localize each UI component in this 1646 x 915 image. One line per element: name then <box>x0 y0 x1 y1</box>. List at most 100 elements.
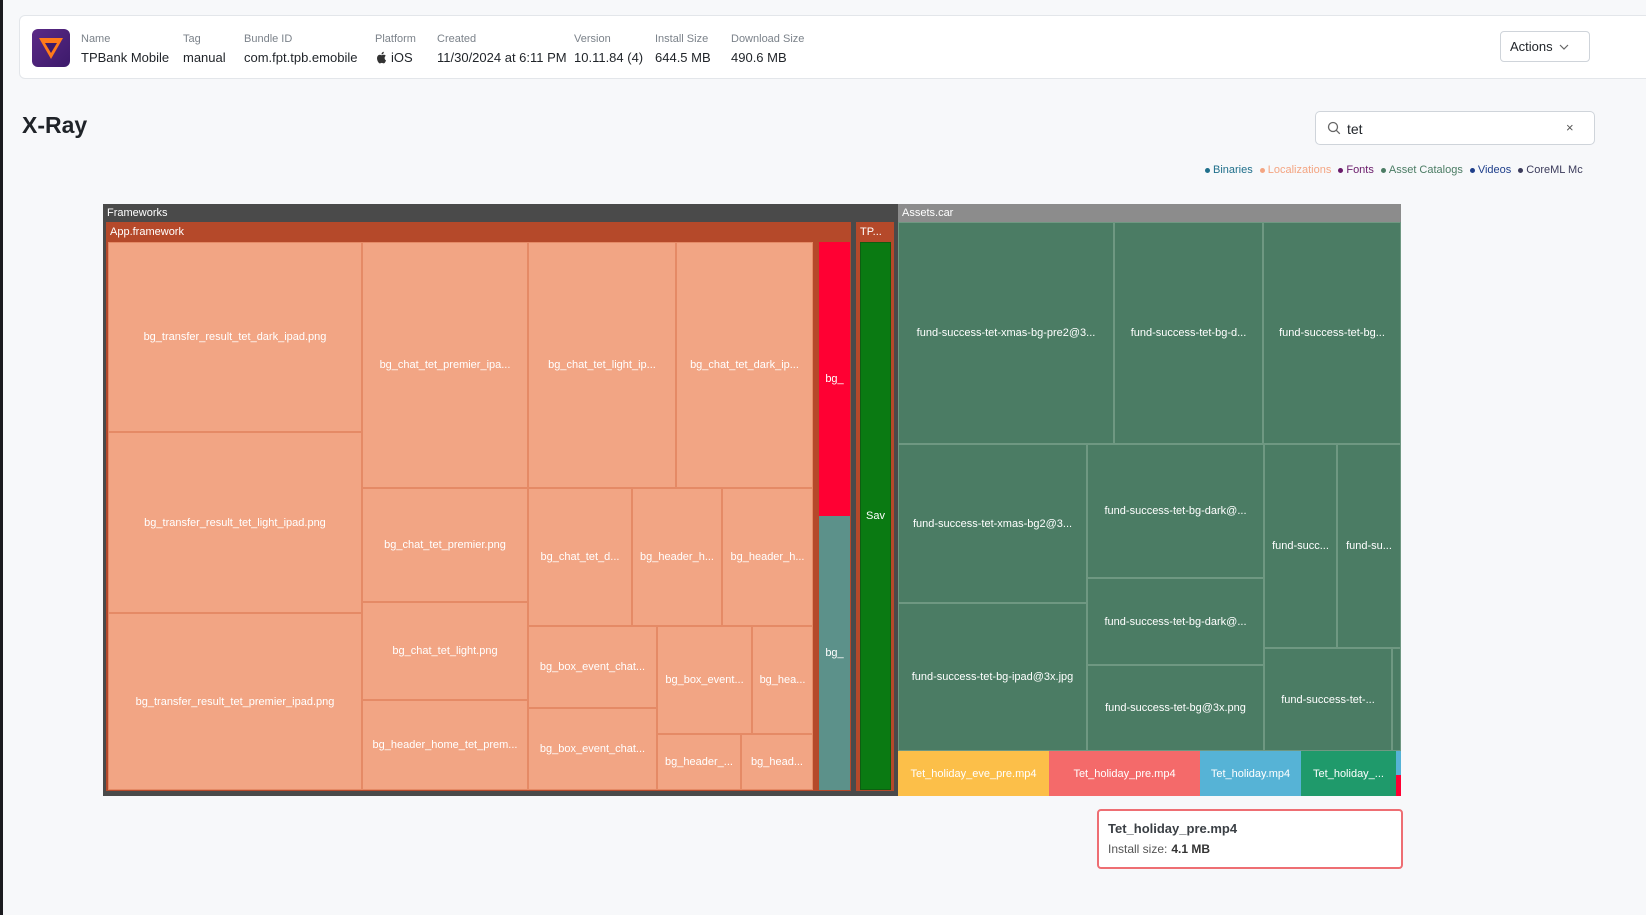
tooltip-size-label: Install size: <box>1108 842 1168 856</box>
treemap-cell[interactable] <box>1396 751 1401 775</box>
treemap-cell[interactable]: fund-success-tet-... <box>1264 648 1392 751</box>
treemap-cell[interactable]: bg_chat_tet_light_ip... <box>528 242 676 488</box>
treemap-cell[interactable]: Tet_holiday_pre.mp4 <box>1049 751 1200 796</box>
platform-value: iOS <box>391 50 413 65</box>
search-box[interactable]: × <box>1315 111 1595 145</box>
treemap-cell[interactable]: bg_transfer_result_tet_dark_ipad.png <box>108 242 362 432</box>
legend-dot <box>1259 167 1265 173</box>
meta-value: TPBank Mobile <box>81 50 169 65</box>
treemap-cell[interactable]: Tet_holiday_eve_pre.mp4 <box>898 751 1049 796</box>
legend-label: Localizations <box>1267 164 1332 176</box>
legend-dot <box>1518 167 1524 173</box>
legend-item-binaries[interactable]: Binaries <box>1205 164 1253 176</box>
legend-item-fonts[interactable]: Fonts <box>1338 164 1374 176</box>
treemap-cell[interactable]: fund-success-tet-bg@3x.png <box>1087 665 1264 751</box>
meta-value: 490.6 MB <box>731 50 804 65</box>
meta-label: Platform <box>375 33 416 45</box>
treemap-cell[interactable]: fund-success-tet-bg... <box>1263 222 1401 444</box>
treemap-cell[interactable]: bg_header_... <box>657 734 741 790</box>
meta-platform: Platform iOS <box>375 33 416 65</box>
bundle-id: com.fpt.tpb.emobile <box>244 50 358 65</box>
apple-icon <box>377 51 387 64</box>
chevron-down-icon <box>1559 44 1569 50</box>
search-input[interactable] <box>1345 118 1559 140</box>
legend-label: Fonts <box>1346 164 1374 176</box>
treemap-cell[interactable]: bg_ <box>819 516 850 790</box>
meta-label: Tag <box>183 33 201 45</box>
treemap-cell[interactable]: fund-success-tet-bg-dark@... <box>1087 444 1264 578</box>
app-name: TPBank Mobile <box>81 50 170 65</box>
treemap-cell[interactable]: bg_header_h... <box>722 488 813 626</box>
treemap-cell[interactable]: bg_box_event_chat... <box>528 626 657 708</box>
legend: Binaries Localizations Fonts Asset Catal… <box>1205 164 1583 176</box>
version-value: 10.11.84 (4) <box>574 50 644 65</box>
treemap-cell[interactable]: bg_transfer_result_tet_premier_ipad.png <box>108 613 362 790</box>
treemap-cell[interactable]: fund-success-tet-xmas-bg-pre2@3... <box>898 222 1114 444</box>
meta-install-size: Install Size 644.5 MB <box>655 33 711 65</box>
treemap-cell[interactable]: Sav <box>860 242 891 790</box>
treemap-cell[interactable]: bg_chat_tet_dark_ip... <box>676 242 813 488</box>
treemap-cell[interactable]: fund-succ... <box>1264 444 1337 648</box>
treemap-cell[interactable]: bg_box_event_chat... <box>528 708 657 790</box>
meta-value: com.fpt.tpb.emobile <box>244 50 357 65</box>
treemap-cell[interactable] <box>1396 775 1401 796</box>
treemap-cell[interactable]: fund-success-tet-bg-d... <box>1114 222 1263 444</box>
meta-label: Name <box>81 33 111 45</box>
treemap-cell[interactable]: Tet_holiday.mp4 <box>1200 751 1301 796</box>
legend-item-videos[interactable]: Videos <box>1469 164 1511 176</box>
meta-created: Created 11/30/2024 at 6:11 PM <box>437 33 567 65</box>
treemap-cell[interactable]: fund-success-tet-bg-ipad@3x.jpg <box>898 603 1087 751</box>
legend-label: Asset Catalogs <box>1388 164 1463 176</box>
window-edge <box>0 0 3 915</box>
actions-button[interactable]: Actions <box>1500 31 1590 62</box>
treemap-cell[interactable]: fund-success-tet-xmas-bg2@3... <box>898 444 1087 603</box>
meta-download-size: Download Size 490.6 MB <box>731 33 804 65</box>
treemap-cell[interactable] <box>1392 648 1401 751</box>
treemap-cell[interactable]: bg_chat_tet_premier.png <box>362 488 528 602</box>
treemap-cell[interactable]: fund-su... <box>1337 444 1401 648</box>
meta-version: Version 10.11.84 (4) <box>574 33 643 65</box>
legend-label: CoreML Mc <box>1526 164 1583 176</box>
treemap-tooltip: Tet_holiday_pre.mp4 Install size: 4.1 MB <box>1097 809 1403 869</box>
tp-framework-label: TP... <box>860 226 882 238</box>
treemap-cell[interactable]: bg_transfer_result_tet_light_ipad.png <box>108 432 362 613</box>
treemap-cell[interactable]: bg_chat_tet_d... <box>528 488 632 626</box>
treemap-cell[interactable]: bg_head... <box>741 734 813 790</box>
treemap-cell[interactable]: bg_hea... <box>752 626 813 734</box>
treemap-cell[interactable]: bg_header_h... <box>632 488 722 626</box>
app-info-card: Name TPBank Mobile Tag manual Bundle ID … <box>19 15 1646 79</box>
meta-value: 10.11.84 (4) <box>574 50 643 65</box>
created-value: 11/30/2024 at 6:11 PM <box>437 50 567 65</box>
meta-label: Install Size <box>655 33 709 45</box>
legend-dot <box>1469 167 1475 173</box>
assets-car-label: Assets.car <box>902 207 954 219</box>
legend-item-asset-catalogs[interactable]: Asset Catalogs <box>1380 164 1463 176</box>
install-size-value: 644.5 MB <box>655 50 711 65</box>
meta-bundle-id: Bundle ID com.fpt.tpb.emobile <box>244 33 357 65</box>
meta-label: Download Size <box>731 33 805 45</box>
clear-search-icon[interactable]: × <box>1566 120 1574 135</box>
legend-item-coreml[interactable]: CoreML Mc <box>1518 164 1583 176</box>
app-tag: manual <box>183 50 226 65</box>
treemap-cell[interactable]: bg_box_event... <box>657 626 752 734</box>
legend-dot <box>1205 167 1210 173</box>
tooltip-size: Install size: 4.1 MB <box>1108 842 1392 856</box>
legend-item-localizations[interactable]: Localizations <box>1259 164 1332 176</box>
legend-label: Binaries <box>1213 164 1253 176</box>
treemap-cell[interactable]: fund-success-tet-bg-dark@... <box>1087 578 1264 665</box>
page-title: X-Ray <box>22 112 88 138</box>
treemap-cell[interactable]: bg_ <box>819 242 850 516</box>
treemap-cell[interactable]: bg_chat_tet_light.png <box>362 602 528 700</box>
tooltip-title: Tet_holiday_pre.mp4 <box>1108 821 1238 836</box>
meta-name: Name TPBank Mobile <box>81 33 169 65</box>
download-size-value: 490.6 MB <box>731 50 787 65</box>
actions-label: Actions <box>1510 39 1553 54</box>
meta-label: Version <box>574 33 611 45</box>
meta-tag: Tag manual <box>183 33 226 65</box>
treemap-cell[interactable]: bg_chat_tet_premier_ipa... <box>362 242 528 488</box>
treemap-cell[interactable]: Tet_holiday_... <box>1301 751 1396 796</box>
treemap-cell[interactable]: bg_header_home_tet_prem... <box>362 700 528 790</box>
app-logo-icon <box>32 29 70 67</box>
tooltip-size-value: 4.1 MB <box>1171 842 1211 856</box>
search-icon <box>1327 121 1341 135</box>
